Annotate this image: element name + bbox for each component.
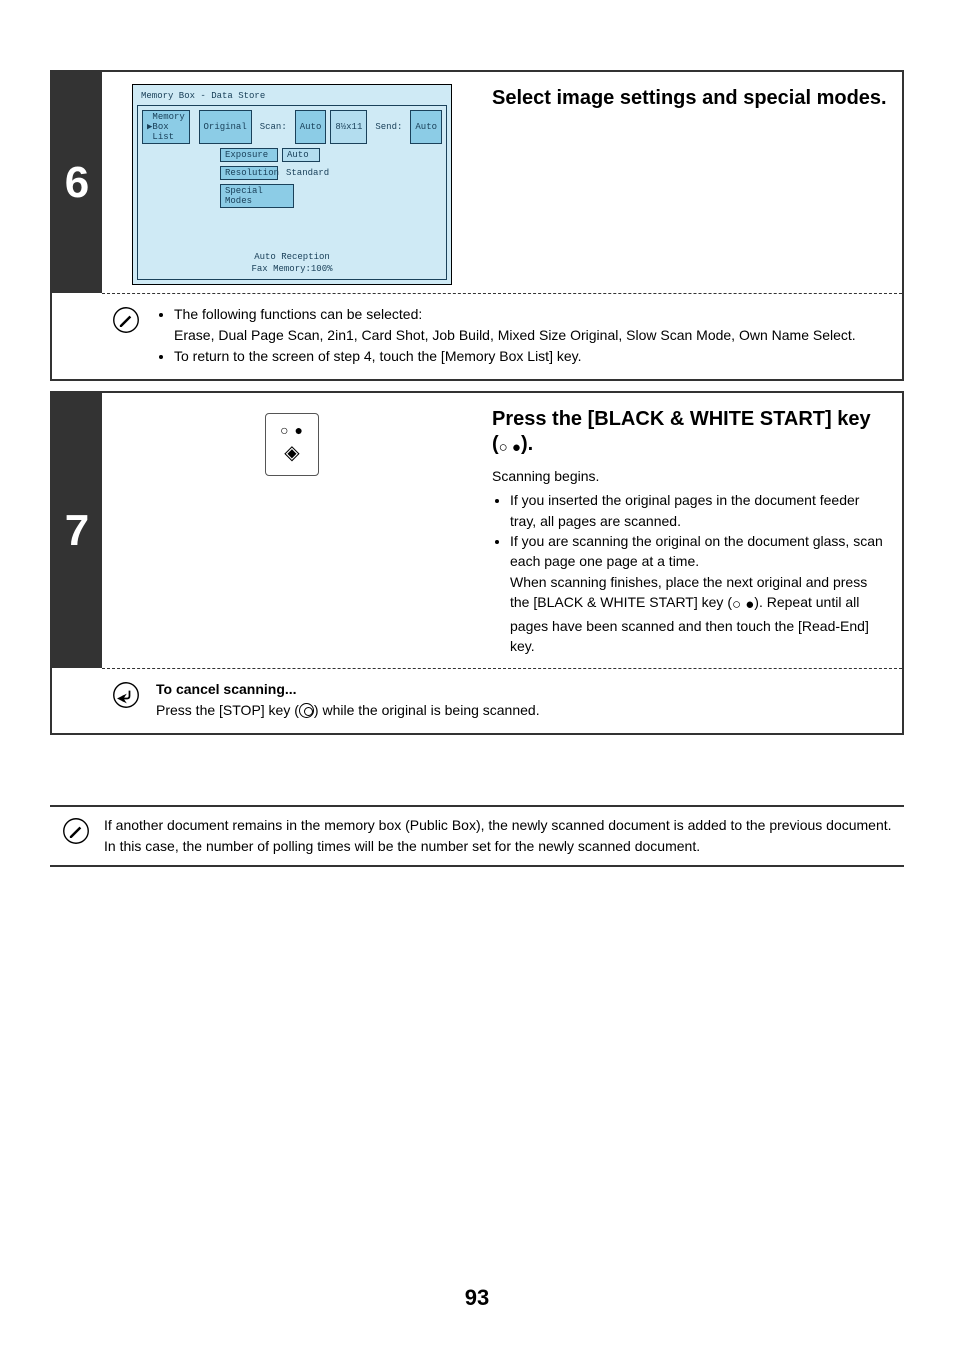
exposure-value: Auto bbox=[282, 148, 320, 162]
start-diamond-icon: ◈ bbox=[284, 440, 299, 465]
step-7-text: Press the [BLACK & WHITE START] key (○ ●… bbox=[482, 393, 902, 668]
memory-box-screen: Memory Box - Data Store ▶ Memory Box Lis… bbox=[132, 84, 452, 285]
original-button[interactable]: Original bbox=[199, 110, 252, 144]
send-value[interactable]: Auto bbox=[410, 110, 442, 144]
step-number: 7 bbox=[52, 393, 102, 668]
scan-value[interactable]: Auto bbox=[295, 110, 327, 144]
step-6-block: 6 Memory Box - Data Store ▶ Memory Box L… bbox=[50, 70, 904, 381]
pencil-note-icon bbox=[62, 817, 90, 845]
step-7-note: To cancel scanning... Press the [STOP] k… bbox=[52, 669, 902, 733]
screen-inner: ▶ Memory Box List Original Scan: Auto 8½… bbox=[137, 105, 447, 280]
note-text: To cancel scanning... Press the [STOP] k… bbox=[156, 679, 540, 721]
bw-inline-icon: ○ ● bbox=[732, 596, 754, 613]
page-number: 93 bbox=[0, 1285, 954, 1311]
bw-inline-icon: ○ ● bbox=[499, 439, 521, 456]
step-6-heading: Select image settings and special modes. bbox=[492, 86, 888, 111]
step-7-body: Scanning begins. If you inserted the ori… bbox=[492, 466, 888, 656]
step-7-block: 7 ○ ● ◈ Press the [BLACK & WHITE START] … bbox=[50, 391, 904, 735]
step-7-image-cell: ○ ● ◈ bbox=[102, 393, 482, 668]
note-text: The following functions can be selected:… bbox=[156, 304, 856, 367]
resolution-button[interactable]: Resolution bbox=[220, 166, 278, 180]
pencil-note-icon bbox=[112, 306, 140, 334]
send-label: Send: bbox=[371, 110, 406, 144]
memory-box-list-button[interactable]: ▶ Memory Box List bbox=[142, 110, 190, 144]
step-6-text: Select image settings and special modes. bbox=[482, 72, 902, 293]
hardware-key-panel: ○ ● ◈ bbox=[265, 413, 319, 476]
special-modes-button[interactable]: Special Modes bbox=[220, 184, 294, 208]
bottom-note: If another document remains in the memor… bbox=[50, 805, 904, 867]
scan-label: Scan: bbox=[256, 110, 291, 144]
cancel-scanning-title: To cancel scanning... bbox=[156, 681, 297, 697]
exposure-button[interactable]: Exposure bbox=[220, 148, 278, 162]
step-number: 6 bbox=[52, 72, 102, 293]
step-6-image-cell: Memory Box - Data Store ▶ Memory Box Lis… bbox=[102, 72, 482, 293]
step-7-heading: Press the [BLACK & WHITE START] key (○ ●… bbox=[492, 407, 888, 458]
screen-title: Memory Box - Data Store bbox=[137, 89, 447, 105]
resolution-value: Standard bbox=[282, 166, 333, 180]
bw-symbol-icon: ○ ● bbox=[280, 422, 304, 438]
bottom-note-text: If another document remains in the memor… bbox=[104, 815, 892, 857]
size-value[interactable]: 8½x11 bbox=[330, 110, 367, 144]
stop-key-icon bbox=[299, 703, 314, 718]
back-arrow-icon bbox=[112, 681, 140, 709]
step-6-note: The following functions can be selected:… bbox=[52, 294, 902, 379]
screen-footer: Auto Reception Fax Memory:100% bbox=[142, 212, 442, 275]
